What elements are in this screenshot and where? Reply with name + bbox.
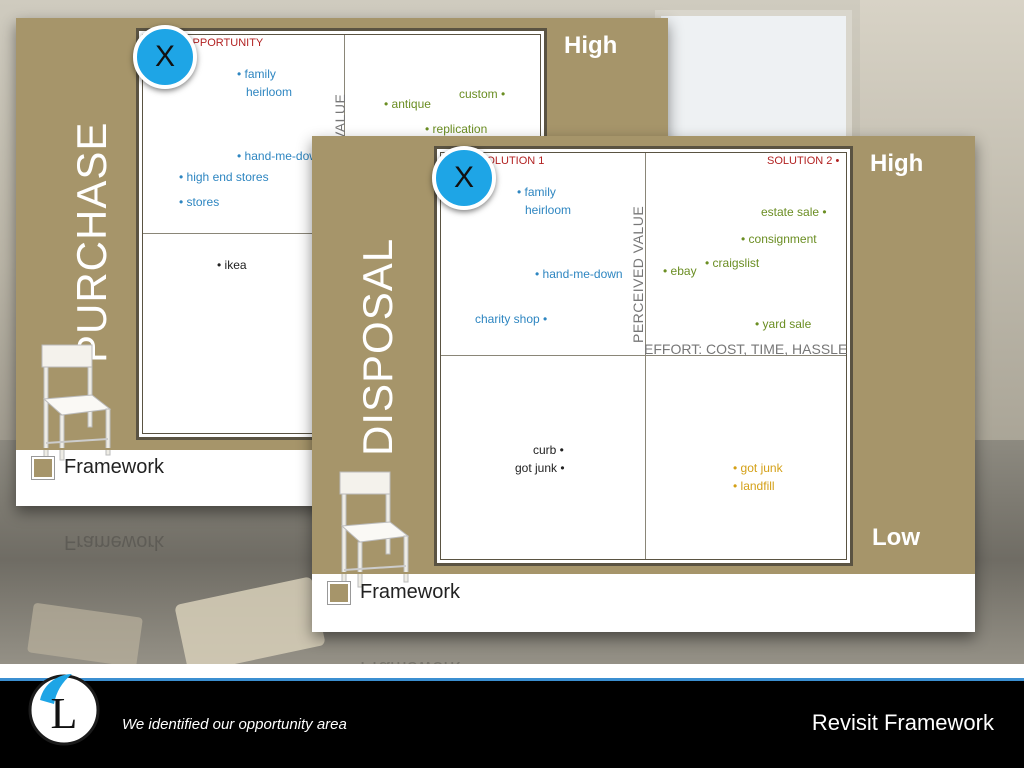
point-label: heirloom xyxy=(246,85,293,99)
footer-square-icon xyxy=(32,456,54,479)
low-label: Low xyxy=(872,524,920,551)
slide-title: PURCHASE xyxy=(68,121,115,363)
axis-label-horizontal: EFFORT: COST, TIME, HASSLE xyxy=(644,341,848,357)
point-label: charity shop • xyxy=(475,312,548,326)
point-label: • got junk xyxy=(733,461,783,475)
point-label: • hand-me-down xyxy=(535,267,623,281)
point-label: • ebay xyxy=(663,264,697,278)
point-label: • consignment xyxy=(741,232,817,246)
svg-text:L: L xyxy=(51,689,78,738)
point-label: • ikea xyxy=(217,258,247,272)
point-label: custom • xyxy=(459,87,506,101)
axis-label-vertical: VALUE xyxy=(332,93,348,141)
high-label: High xyxy=(870,150,924,177)
axis-label-vertical: PERCEIVED VALUE xyxy=(630,205,646,343)
logo-icon: L xyxy=(28,674,100,746)
point-label: • landfill xyxy=(733,479,775,493)
slide-title: DISPOSAL xyxy=(354,237,401,456)
bottom-white-rule xyxy=(0,664,1024,678)
disposal-slide[interactable]: DISPOSAL High Low SOLUTION 1 SOLUTION 2 … xyxy=(312,136,975,632)
tagline: We identified our opportunity area xyxy=(122,716,347,733)
point-label: • antique xyxy=(384,97,431,111)
point-label: estate sale • xyxy=(761,205,827,219)
point-label: • family xyxy=(517,185,556,199)
chair-image xyxy=(41,344,112,461)
solution-2-label: SOLUTION 2 • xyxy=(767,155,840,167)
footer-label: Framework xyxy=(64,456,165,478)
footer: Framework xyxy=(32,456,164,479)
point-label: • craigslist xyxy=(705,256,760,270)
point-label: • family xyxy=(237,67,276,81)
point-label: • high end stores xyxy=(179,170,269,184)
high-label: High xyxy=(564,32,618,59)
footer-reflection: Framework xyxy=(64,531,165,553)
close-badge-back[interactable]: X xyxy=(133,25,197,89)
footer-rule xyxy=(312,572,975,574)
point-label: heirloom xyxy=(525,203,572,217)
footer: Framework xyxy=(328,581,460,604)
point-label: curb • xyxy=(533,443,564,457)
bottom-blue-rule xyxy=(0,678,1024,681)
background-window xyxy=(655,10,852,152)
footer-square-icon xyxy=(328,581,350,604)
page-title: Revisit Framework xyxy=(811,710,994,735)
point-label: • stores xyxy=(179,195,220,209)
point-label: • yard sale xyxy=(755,317,812,331)
footer-label: Framework xyxy=(360,581,461,603)
close-badge-front[interactable]: X xyxy=(432,146,496,210)
quadrant-chart: SOLUTION 1 SOLUTION 2 • PERCEIVED VALUE … xyxy=(434,146,853,566)
corner-label: OPPORTUNITY xyxy=(184,37,264,49)
point-label: • replication xyxy=(425,122,488,136)
point-label: got junk • xyxy=(515,461,565,475)
